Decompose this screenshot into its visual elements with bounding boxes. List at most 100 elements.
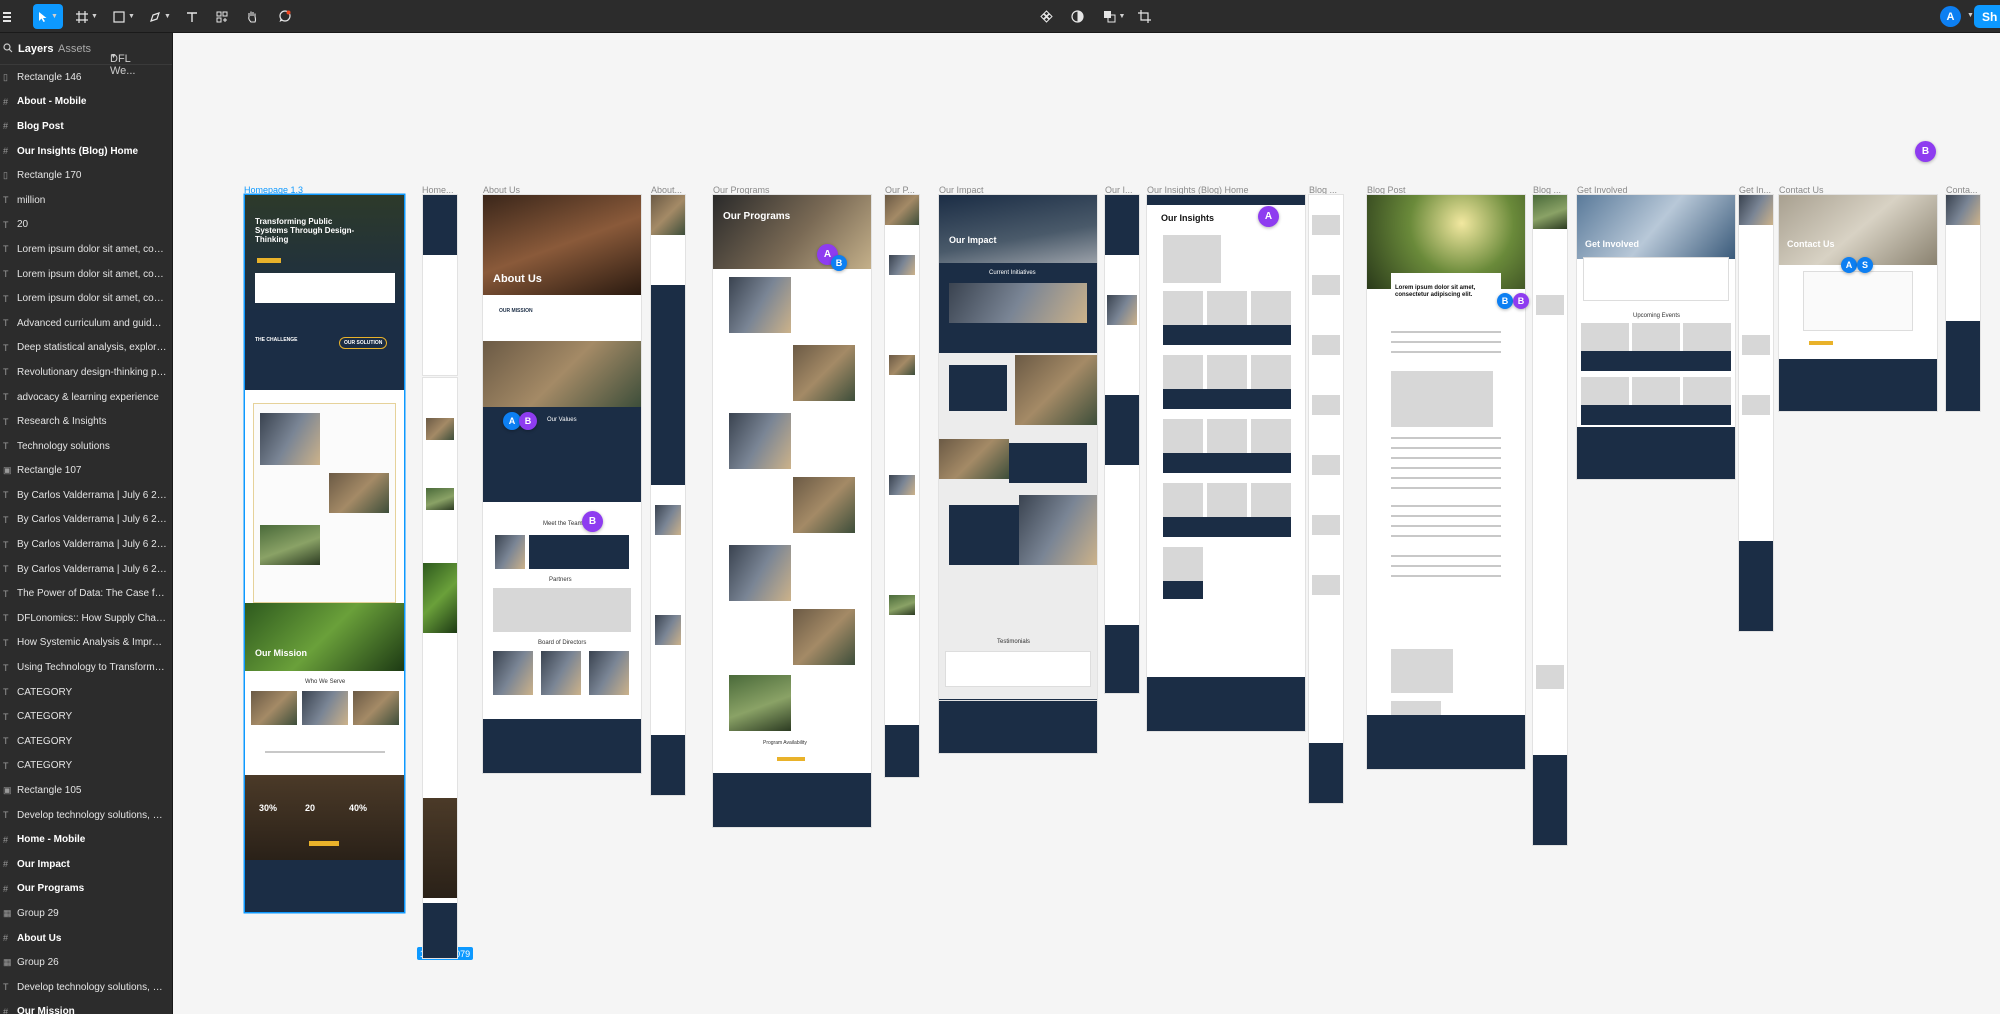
layers-panel: Layers Assets DFL We... ▼ ▯ Rectangle 146… <box>0 33 173 1014</box>
layer-label: Our Impact <box>17 858 70 870</box>
layer-item[interactable]: ▯ Rectangle 146 <box>0 65 172 90</box>
layer-item[interactable]: T By Carlos Valderrama | July 6 2023 <box>0 483 172 508</box>
frame-homepage[interactable]: Transforming Public Systems Through Desi… <box>245 195 404 912</box>
layer-item[interactable]: # Our Impact <box>0 852 172 877</box>
move-tool-icon[interactable]: ▼ <box>33 4 63 29</box>
layer-item[interactable]: T Develop technology solutions, und... <box>0 975 172 1000</box>
frame-label[interactable]: Our I... <box>1105 185 1133 195</box>
layer-item[interactable]: T Using Technology to Transform th... <box>0 655 172 680</box>
layer-item[interactable]: T CATEGORY <box>0 729 172 754</box>
text-icon: T <box>3 810 9 821</box>
frame-programs[interactable]: Our Programs Program Availability <box>713 195 871 827</box>
frame-contact[interactable]: Contact Us <box>1779 195 1937 411</box>
layer-item[interactable]: T 20 <box>0 213 172 238</box>
frame-label[interactable]: Our P... <box>885 185 915 195</box>
frame-label[interactable]: Get Involved <box>1577 185 1628 195</box>
shape-tool-icon[interactable]: ▼ <box>110 4 138 29</box>
frame-label[interactable]: Homepage 1.3 <box>244 185 303 195</box>
frame-impact[interactable]: Our Impact Current Initiatives Testimoni… <box>939 195 1097 719</box>
user-avatar[interactable]: A <box>1940 6 1961 27</box>
layer-item[interactable]: T DFLonomics:: How Supply Chains i... <box>0 606 172 631</box>
layer-item[interactable]: T By Carlos Valderrama | July 6 2023 <box>0 508 172 533</box>
chevron-down-icon[interactable]: ▼ <box>1967 12 1974 19</box>
frame-label[interactable]: Our Insights (Blog) Home <box>1147 185 1249 195</box>
boolean-icon[interactable]: ▼ <box>1099 4 1129 29</box>
layer-item[interactable]: ▦ Group 29 <box>0 901 172 926</box>
pen-tool-icon[interactable]: ▼ <box>146 4 174 29</box>
frame-involved-mobile[interactable] <box>1739 195 1773 631</box>
text-icon: T <box>3 760 9 771</box>
frame-label[interactable]: Contact Us <box>1779 185 1824 195</box>
frame-programs-mobile[interactable] <box>885 195 919 777</box>
figma-menu-icon[interactable] <box>0 4 16 29</box>
layer-item[interactable]: T Lorem ipsum dolor sit amet, conse... <box>0 237 172 262</box>
layer-item[interactable]: T Lorem ipsum dolor sit amet, conse... <box>0 262 172 287</box>
search-icon[interactable] <box>3 43 13 56</box>
layer-item[interactable]: T Technology solutions <box>0 434 172 459</box>
frame-label[interactable]: About... <box>651 185 682 195</box>
layer-item[interactable]: ▯ Rectangle 170 <box>0 163 172 188</box>
layer-item[interactable]: T CATEGORY <box>0 704 172 729</box>
layer-item[interactable]: T By Carlos Valderrama | July 6 2023 <box>0 532 172 557</box>
component-icon[interactable] <box>1035 4 1057 29</box>
resources-icon[interactable] <box>212 4 232 29</box>
hand-tool-icon[interactable] <box>242 4 262 29</box>
frame-home-mobile-cont[interactable] <box>423 378 457 958</box>
layer-item[interactable]: T CATEGORY <box>0 680 172 705</box>
frame-home-mobile[interactable] <box>423 195 457 375</box>
layer-item[interactable]: # Home - Mobile <box>0 827 172 852</box>
crop-icon[interactable] <box>1133 4 1155 29</box>
layer-item[interactable]: T Advanced curriculum and guidance <box>0 311 172 336</box>
frame-get-involved[interactable]: Get Involved Upcoming Events <box>1577 195 1735 479</box>
rectangle-icon: ▯ <box>3 71 8 82</box>
frame-blog-post-mobile[interactable] <box>1533 195 1567 845</box>
layer-item[interactable]: ▦ Group 26 <box>0 950 172 975</box>
layer-item[interactable]: T CATEGORY <box>0 754 172 779</box>
layer-item[interactable]: # Our Mission <box>0 1000 172 1014</box>
layer-label: CATEGORY <box>17 735 73 747</box>
tab-layers[interactable]: Layers <box>18 43 53 55</box>
frame-label[interactable]: Our Impact <box>939 185 984 195</box>
frame-blog-post[interactable]: Lorem ipsum dolor sit amet, consectetur … <box>1367 195 1525 769</box>
layer-item[interactable]: T The Power of Data: The Case for B... <box>0 581 172 606</box>
comment-icon[interactable] <box>274 4 294 29</box>
frame-label[interactable]: Blog ... <box>1309 185 1337 195</box>
frame-blog-mobile[interactable] <box>1309 195 1343 803</box>
impact-title: Our Impact <box>949 235 997 245</box>
layer-item[interactable]: Tadvocacy & learning experience <box>0 385 172 410</box>
frame-label[interactable]: Conta... <box>1946 185 1978 195</box>
frame-about[interactable]: About Us OUR MISSION Our Values Meet the… <box>483 195 641 773</box>
layer-item[interactable]: ▣ Rectangle 107 <box>0 459 172 484</box>
frame-label[interactable]: Blog ... <box>1533 185 1561 195</box>
layer-item[interactable]: # Our Programs <box>0 877 172 902</box>
frame-label[interactable]: Home... <box>422 185 454 195</box>
frame-label[interactable]: Our Programs <box>713 185 770 195</box>
theme-icon[interactable] <box>1066 4 1088 29</box>
text-tool-icon[interactable] <box>182 4 202 29</box>
layer-item[interactable]: Tmillion <box>0 188 172 213</box>
layer-item[interactable]: # Blog Post <box>0 114 172 139</box>
layer-item[interactable]: ▣ Rectangle 105 <box>0 778 172 803</box>
layer-item[interactable]: T By Carlos Valderrama | July 6 2023 <box>0 557 172 582</box>
frame-about-mobile[interactable] <box>651 195 685 795</box>
layer-label: Revolutionary design-thinking pow... <box>17 366 167 378</box>
layer-item[interactable]: # About Us <box>0 926 172 951</box>
layer-item[interactable]: T Research & Insights <box>0 409 172 434</box>
frame-label[interactable]: Get In... <box>1739 185 1771 195</box>
frame-contact-mobile[interactable] <box>1946 195 1980 411</box>
layer-item[interactable]: # Our Insights (Blog) Home <box>0 139 172 164</box>
frame-insights[interactable]: Our Insights <box>1147 195 1305 731</box>
layer-item[interactable]: T Develop technology solutions, und... <box>0 803 172 828</box>
layer-item[interactable]: T Deep statistical analysis, explorati... <box>0 336 172 361</box>
layer-item[interactable]: T Lorem ipsum dolor sit amet, conse... <box>0 286 172 311</box>
frame-label[interactable]: About Us <box>483 185 520 195</box>
layer-item[interactable]: T How Systemic Analysis & Improve... <box>0 631 172 656</box>
design-canvas[interactable]: Homepage 1.3 Transforming Public Systems… <box>173 33 2000 1014</box>
frame-label[interactable]: Blog Post <box>1367 185 1406 195</box>
frame-tool-icon[interactable]: ▼ <box>73 4 101 29</box>
share-button[interactable]: Sh <box>1974 5 2000 28</box>
layer-item[interactable]: # About - Mobile <box>0 90 172 115</box>
frame-impact-mobile[interactable] <box>1105 195 1139 693</box>
layer-item[interactable]: T Revolutionary design-thinking pow... <box>0 360 172 385</box>
tab-assets[interactable]: Assets <box>58 43 91 55</box>
